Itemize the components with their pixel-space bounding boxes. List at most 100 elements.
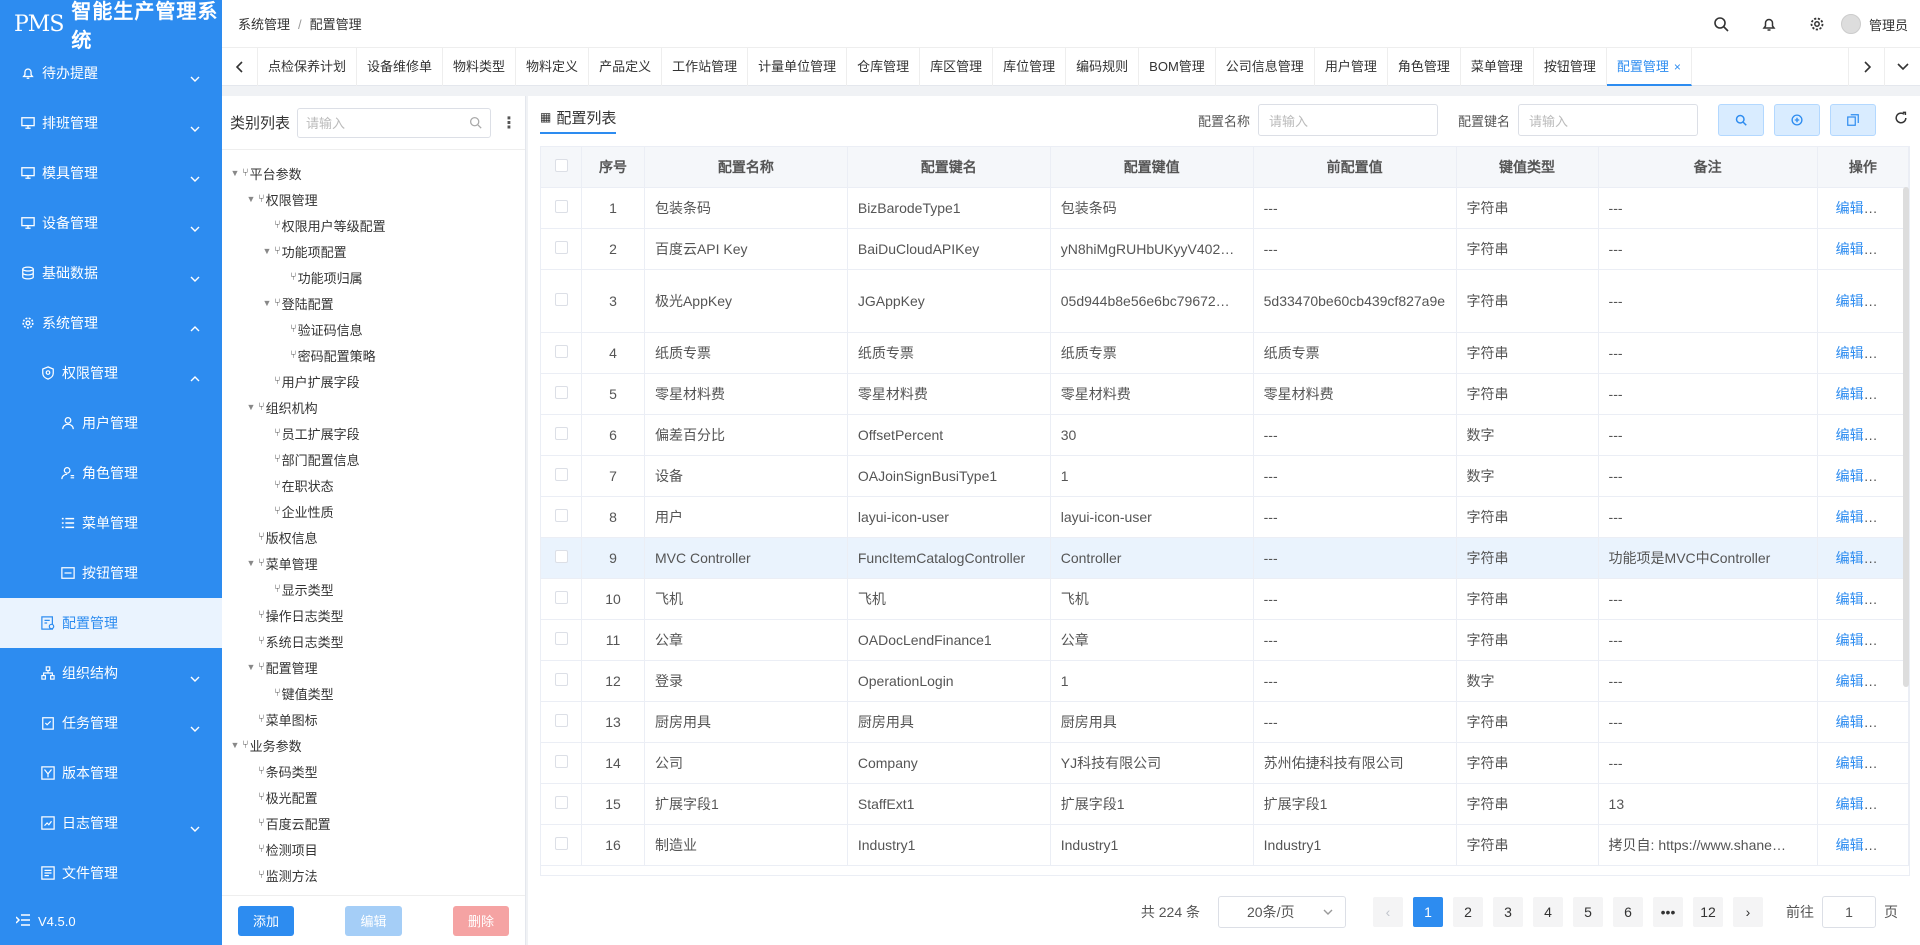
tab-11[interactable]: BOM管理 (1139, 47, 1216, 86)
page-number-button[interactable]: 4 (1533, 897, 1563, 927)
caret-down-icon[interactable]: ▼ (228, 740, 242, 750)
row-checkbox[interactable] (541, 578, 583, 620)
table-row[interactable]: 3 极光AppKey JGAppKey 05d944b8e56e6bc79672… 5d… (541, 269, 1909, 333)
row-edit-link[interactable]: 编辑 (1836, 714, 1864, 730)
tree-node[interactable]: ⑂ 检测项目 (222, 836, 525, 862)
page-number-button[interactable]: ••• (1653, 897, 1683, 927)
row-checkbox[interactable] (541, 414, 583, 456)
row-checkbox[interactable] (541, 187, 583, 229)
next-page-button[interactable]: › (1733, 897, 1763, 927)
row-checkbox[interactable] (541, 269, 583, 333)
row-edit-link[interactable]: 编辑 (1836, 509, 1864, 525)
caret-down-icon[interactable]: ▼ (260, 298, 274, 308)
caret-down-icon[interactable]: ▼ (244, 558, 258, 568)
page-number-button[interactable]: 3 (1493, 897, 1523, 927)
table-row[interactable]: 4 纸质专票 纸质专票 纸质专票 纸质专票 字符串 --- 编辑 删除 (541, 332, 1909, 374)
caret-down-icon[interactable]: ▼ (244, 662, 258, 672)
tree-node[interactable]: ▼ ⑂ 菜单管理 (222, 550, 525, 576)
table-row[interactable]: 1 包装条码 BizBarodeType1 包装条码 --- 字符串 --- 编辑 删除 (541, 187, 1909, 229)
row-checkbox[interactable] (541, 537, 583, 579)
tabs-dropdown-icon[interactable] (1884, 47, 1920, 86)
sidebar-item-2[interactable]: 模具管理 (0, 148, 222, 198)
caret-down-icon[interactable]: ▼ (244, 194, 258, 204)
sidebar-item-8[interactable]: 角色管理 (0, 448, 222, 498)
tab-9[interactable]: 库位管理 (993, 47, 1067, 86)
tree-node[interactable]: ⑂ 权限用户等级配置 (222, 212, 525, 238)
add-config-button[interactable] (1774, 104, 1820, 136)
row-checkbox[interactable] (541, 332, 583, 374)
tab-1[interactable]: 设备维修单 (357, 47, 444, 86)
tree-node[interactable]: ⑂ 密码配置策略 (222, 342, 525, 368)
row-edit-link[interactable]: 编辑 (1836, 591, 1864, 607)
settings-gear-icon[interactable] (1793, 0, 1841, 48)
tree-node[interactable]: ⑂ 验证码信息 (222, 316, 525, 342)
tree-node[interactable]: ⑂ 版权信息 (222, 524, 525, 550)
row-checkbox[interactable] (541, 373, 583, 415)
tree-node[interactable]: ▼ ⑂ 权限管理 (222, 186, 525, 212)
sidebar-item-5[interactable]: 系统管理 (0, 298, 222, 348)
tab-4[interactable]: 产品定义 (589, 47, 663, 86)
tree-node[interactable]: ⑂ 功能项归属 (222, 264, 525, 290)
sidebar-item-12[interactable]: 组织结构 (0, 648, 222, 698)
row-edit-link[interactable]: 编辑 (1836, 200, 1864, 216)
row-delete-link[interactable]: 删除 (1880, 837, 1908, 853)
table-row[interactable]: 11 公章 OADocLendFinance1 公章 --- 字符串 --- 编辑 删除 (541, 619, 1909, 661)
tabs-scroll-left-icon[interactable] (222, 47, 258, 86)
row-edit-link[interactable]: 编辑 (1836, 427, 1864, 443)
row-checkbox[interactable] (541, 701, 583, 743)
caret-down-icon[interactable]: ▼ (244, 402, 258, 412)
tab-2[interactable]: 物料类型 (443, 47, 517, 86)
tab-0[interactable]: 点检保养计划 (258, 47, 358, 86)
sidebar-item-0[interactable]: 待办提醒 (0, 48, 222, 98)
sidebar-item-14[interactable]: 版本管理 (0, 748, 222, 798)
close-icon[interactable]: × (1674, 60, 1681, 74)
caret-down-icon[interactable]: ▼ (228, 168, 242, 178)
row-edit-link[interactable]: 编辑 (1836, 241, 1864, 257)
row-checkbox[interactable] (541, 783, 583, 825)
notification-bell-icon[interactable] (1745, 0, 1793, 48)
row-checkbox[interactable] (541, 619, 583, 661)
table-row[interactable]: 16 制造业 Industry1 Industry1 Industry1 字符串 拷贝自: … (541, 824, 1909, 866)
row-edit-link[interactable]: 编辑 (1836, 837, 1864, 853)
row-edit-link[interactable]: 编辑 (1836, 468, 1864, 484)
sidebar-item-15[interactable]: 日志管理 (0, 798, 222, 848)
sidebar-item-7[interactable]: 用户管理 (0, 398, 222, 448)
sidebar-item-1[interactable]: 排班管理 (0, 98, 222, 148)
row-edit-link[interactable]: 编辑 (1836, 632, 1864, 648)
app-logo[interactable]: PMS 智能生产管理系统 (0, 0, 222, 52)
breadcrumb-item-system[interactable]: 系统管理 (238, 17, 290, 32)
tab-6[interactable]: 计量单位管理 (748, 47, 848, 86)
table-row[interactable]: 2 百度云API Key BaiDuCloudAPIKey yN8hiMgRUHbUK… (541, 228, 1909, 270)
page-number-button[interactable]: 12 (1693, 897, 1723, 927)
tab-14[interactable]: 角色管理 (1388, 47, 1461, 86)
filter-key-input[interactable]: 请输入 (1518, 104, 1698, 136)
tab-8[interactable]: 库区管理 (920, 47, 994, 86)
table-row[interactable]: 15 扩展字段1 StaffExt1 扩展字段1 扩展字段1 字符串 13 编辑 删除 (541, 783, 1909, 825)
tabs-scroll-right-icon[interactable] (1848, 47, 1884, 86)
tree-node[interactable]: ⑂ 监测方法 (222, 862, 525, 888)
row-edit-link[interactable]: 编辑 (1836, 755, 1864, 771)
tab-17[interactable]: 配置管理 × (1606, 47, 1692, 86)
tab-10[interactable]: 编码规则 (1066, 47, 1140, 86)
page-number-button[interactable]: 6 (1613, 897, 1643, 927)
table-row[interactable]: 7 设备 OAJoinSignBusiType1 1 --- 数字 --- 编辑 删除 (541, 455, 1909, 497)
row-checkbox[interactable] (541, 742, 583, 784)
sidebar-item-16[interactable]: 文件管理 (0, 848, 222, 898)
sidebar-item-6[interactable]: 权限管理 (0, 348, 222, 398)
tree-node[interactable]: ▼ ⑂ 登陆配置 (222, 290, 525, 316)
sidebar-item-11[interactable]: 配置管理 (0, 598, 222, 648)
search-button[interactable] (1718, 104, 1764, 136)
filter-name-input[interactable]: 请输入 (1257, 104, 1438, 136)
table-scrollbar[interactable] (1903, 187, 1909, 687)
page-number-button[interactable]: 1 (1413, 897, 1443, 927)
prev-page-button[interactable]: ‹ (1373, 897, 1403, 927)
user-menu[interactable]: 管理员 (1840, 14, 1920, 34)
sidebar-item-13[interactable]: 任务管理 (0, 698, 222, 748)
row-checkbox[interactable] (541, 660, 583, 702)
sidebar-item-4[interactable]: 基础数据 (0, 248, 222, 298)
edit-category-button[interactable]: 编辑 (345, 905, 402, 936)
page-number-button[interactable]: 5 (1573, 897, 1603, 927)
tab-15[interactable]: 菜单管理 (1461, 47, 1534, 86)
row-edit-link[interactable]: 编辑 (1836, 345, 1864, 361)
copy-config-button[interactable] (1830, 104, 1876, 136)
